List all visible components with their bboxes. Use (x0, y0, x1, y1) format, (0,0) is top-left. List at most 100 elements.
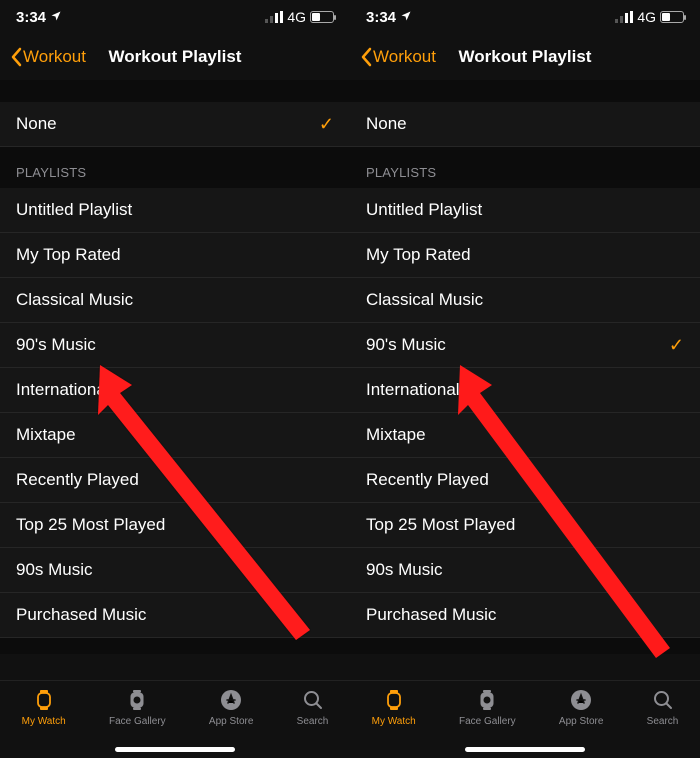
playlist-row[interactable]: Purchased Music (0, 593, 350, 638)
tab-label: Face Gallery (459, 716, 516, 727)
status-time: 3:34 (366, 9, 396, 26)
watch-icon (381, 687, 407, 713)
playlist-row[interactable]: 90's Music (0, 323, 350, 368)
network-label: 4G (287, 9, 306, 25)
battery-icon (310, 11, 334, 23)
row-label: 90s Music (366, 560, 443, 580)
playlist-row[interactable]: Recently Played (0, 458, 350, 503)
playlist-row[interactable]: 90s Music (350, 548, 700, 593)
playlist-row[interactable]: Recently Played (350, 458, 700, 503)
playlist-row[interactable]: 90's Music ✓ (350, 323, 700, 368)
row-label: My Top Rated (366, 245, 471, 265)
playlist-row[interactable]: Classical Music (350, 278, 700, 323)
tab-my-watch[interactable]: My Watch (22, 687, 66, 727)
row-none[interactable]: None ✓ (0, 102, 350, 147)
back-label: Workout (373, 47, 436, 67)
row-label: International (16, 380, 110, 400)
row-label: Mixtape (366, 425, 426, 445)
playlist-row[interactable]: My Top Rated (350, 233, 700, 278)
row-label: Untitled Playlist (366, 200, 482, 220)
tab-label: My Watch (372, 716, 416, 727)
row-label: Purchased Music (16, 605, 146, 625)
playlist-row[interactable]: 90s Music (0, 548, 350, 593)
playlist-row[interactable]: Untitled Playlist (350, 188, 700, 233)
row-label: International (366, 380, 460, 400)
app-store-icon (568, 687, 594, 713)
nav-bar: Workout Workout Playlist (0, 34, 350, 80)
checkmark-icon: ✓ (319, 114, 334, 135)
tab-search[interactable]: Search (647, 687, 679, 727)
phone-screen: 3:34 4G Workout Workout Playlist None PL… (350, 0, 700, 758)
row-label: 90's Music (366, 335, 446, 355)
back-button[interactable]: Workout (360, 47, 436, 67)
back-button[interactable]: Workout (10, 47, 86, 67)
playlist-row[interactable]: My Top Rated (0, 233, 350, 278)
row-label: My Top Rated (16, 245, 121, 265)
row-none[interactable]: None (350, 102, 700, 147)
home-indicator[interactable] (465, 747, 585, 752)
tab-label: App Store (209, 716, 253, 727)
content-scroll[interactable]: None PLAYLISTS Untitled Playlist My Top Ra… (350, 80, 700, 680)
nav-title: Workout Playlist (459, 47, 592, 67)
tab-app-store[interactable]: App Store (209, 687, 253, 727)
playlist-row[interactable]: Top 25 Most Played (0, 503, 350, 548)
content-scroll[interactable]: None ✓ PLAYLISTS Untitled Playlist My Top R… (0, 80, 350, 680)
row-label: Purchased Music (366, 605, 496, 625)
nav-bar: Workout Workout Playlist (350, 34, 700, 80)
app-store-icon (218, 687, 244, 713)
home-indicator[interactable] (115, 747, 235, 752)
section-header-playlists: PLAYLISTS (350, 147, 700, 188)
watch-icon (31, 687, 57, 713)
location-icon (400, 9, 412, 26)
tab-face-gallery[interactable]: Face Gallery (109, 687, 166, 727)
tab-label: Face Gallery (109, 716, 166, 727)
playlist-row[interactable]: Mixtape (350, 413, 700, 458)
tab-label: App Store (559, 716, 603, 727)
tab-search[interactable]: Search (297, 687, 329, 727)
search-icon (650, 687, 676, 713)
tab-label: Search (647, 716, 679, 727)
chevron-left-icon (360, 47, 372, 67)
chevron-left-icon (10, 47, 22, 67)
status-bar: 3:34 4G (350, 0, 700, 34)
row-label: Untitled Playlist (16, 200, 132, 220)
tab-label: My Watch (22, 716, 66, 727)
status-time: 3:34 (16, 9, 46, 26)
tab-my-watch[interactable]: My Watch (372, 687, 416, 727)
row-label: Recently Played (366, 470, 489, 490)
network-label: 4G (637, 9, 656, 25)
search-icon (300, 687, 326, 713)
row-label: Top 25 Most Played (366, 515, 515, 535)
phone-screen: 3:34 4G Workout Workout Playlist None ✓ P… (0, 0, 350, 758)
playlist-row[interactable]: Purchased Music (350, 593, 700, 638)
playlist-row[interactable]: International (0, 368, 350, 413)
status-bar: 3:34 4G (0, 0, 350, 34)
battery-icon (660, 11, 684, 23)
tab-app-store[interactable]: App Store (559, 687, 603, 727)
playlist-row[interactable]: Untitled Playlist (0, 188, 350, 233)
playlist-row[interactable]: Top 25 Most Played (350, 503, 700, 548)
playlist-row[interactable]: Classical Music (0, 278, 350, 323)
signal-icon (265, 11, 283, 23)
signal-icon (615, 11, 633, 23)
face-gallery-icon (124, 687, 150, 713)
row-label: Classical Music (16, 290, 133, 310)
face-gallery-icon (474, 687, 500, 713)
row-label: Recently Played (16, 470, 139, 490)
tab-face-gallery[interactable]: Face Gallery (459, 687, 516, 727)
tab-label: Search (297, 716, 329, 727)
row-label: 90's Music (16, 335, 96, 355)
playlist-row[interactable]: International (350, 368, 700, 413)
back-label: Workout (23, 47, 86, 67)
location-icon (50, 9, 62, 26)
row-label: None (366, 114, 407, 134)
row-label: None (16, 114, 57, 134)
section-header-playlists: PLAYLISTS (0, 147, 350, 188)
row-label: Classical Music (366, 290, 483, 310)
row-label: Mixtape (16, 425, 76, 445)
nav-title: Workout Playlist (109, 47, 242, 67)
playlist-row[interactable]: Mixtape (0, 413, 350, 458)
row-label: 90s Music (16, 560, 93, 580)
row-label: Top 25 Most Played (16, 515, 165, 535)
checkmark-icon: ✓ (669, 335, 684, 356)
